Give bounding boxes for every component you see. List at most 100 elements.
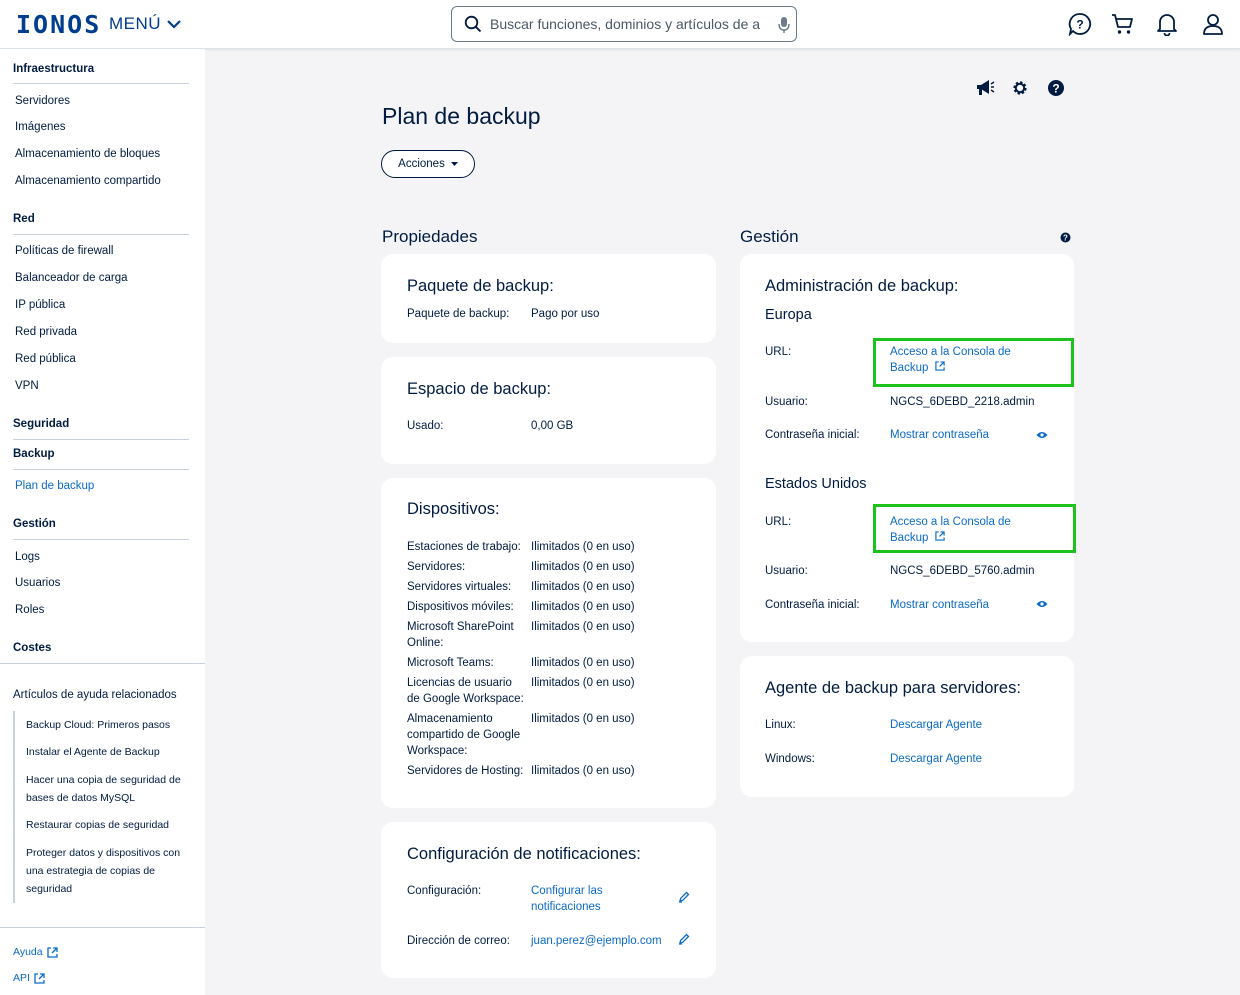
- sidebar-item-vpn[interactable]: VPN: [15, 380, 39, 392]
- device-value: Ilimitados (0 en uso): [531, 621, 635, 633]
- sidebar-item-firewall[interactable]: Políticas de firewall: [15, 245, 113, 257]
- cart-icon[interactable]: [1111, 12, 1135, 36]
- help-icon[interactable]: ?: [1060, 232, 1071, 243]
- related-article-link[interactable]: Restaurar copias de seguridad: [26, 816, 191, 834]
- eye-icon[interactable]: [1036, 600, 1048, 608]
- configure-notifications-link[interactable]: Configurar las notificaciones: [531, 883, 621, 915]
- user-label: Usuario:: [765, 396, 808, 408]
- divider: [13, 539, 189, 540]
- caret-down-icon: [450, 162, 458, 166]
- management-heading: Gestión: [740, 227, 799, 246]
- sidebar-item-red-privada[interactable]: Red privada: [15, 326, 77, 338]
- sidebar-item-balanceador[interactable]: Balanceador de carga: [15, 272, 128, 284]
- ionos-logo[interactable]: IONOS: [16, 10, 101, 39]
- notifications-card: Configuración de notificaciones: Configu…: [381, 822, 716, 978]
- sidebar-item-plan-de-backup[interactable]: Plan de backup: [15, 480, 94, 492]
- sidebar-item-almacenamiento-compartido[interactable]: Almacenamiento compartido: [15, 175, 161, 187]
- device-value: Ilimitados (0 en uso): [531, 713, 635, 725]
- agent-os-label: Linux:: [765, 719, 796, 731]
- page-title: Plan de backup: [382, 103, 541, 129]
- sidebar-item-logs[interactable]: Logs: [15, 551, 40, 563]
- divider: [0, 663, 205, 664]
- related-article-link[interactable]: Hacer una copia de seguridad de bases de…: [26, 771, 191, 807]
- sidebar-item-red-publica[interactable]: Red pública: [15, 353, 76, 365]
- api-link-label: API: [13, 972, 30, 984]
- divider: [13, 83, 189, 84]
- email-value[interactable]: juan.perez@ejemplo.com: [531, 933, 662, 949]
- sidebar-item-imagenes[interactable]: Imágenes: [15, 121, 66, 133]
- microphone-icon[interactable]: [778, 16, 790, 34]
- properties-heading: Propiedades: [382, 227, 478, 246]
- user-account-icon[interactable]: [1201, 12, 1225, 36]
- edit-pencil-icon[interactable]: [678, 933, 690, 945]
- sidebar-section-infraestructura[interactable]: Infraestructura: [13, 63, 94, 75]
- menu-label: MENÚ: [109, 14, 162, 33]
- sidebar-item-almacenamiento-bloques[interactable]: Almacenamiento de bloques: [15, 148, 160, 160]
- backup-console-link[interactable]: Acceso a la Consola de Backup: [890, 514, 1030, 546]
- device-value: Ilimitados (0 en uso): [531, 657, 635, 669]
- backup-console-link[interactable]: Acceso a la Consola de Backup: [890, 344, 1030, 376]
- region-name: Europa: [765, 307, 812, 323]
- device-value: Ilimitados (0 en uso): [531, 541, 635, 553]
- related-article-link[interactable]: Instalar el Agente de Backup: [26, 743, 191, 761]
- backup-package-card: Paquete de backup: Paquete de backup: Pa…: [381, 254, 716, 343]
- help-link[interactable]: Ayuda: [13, 946, 58, 958]
- help-chat-icon[interactable]: ?: [1068, 12, 1092, 36]
- notifications-bell-icon[interactable]: [1156, 12, 1178, 36]
- divider: [13, 469, 189, 470]
- package-value: Pago por uso: [531, 308, 600, 320]
- card-title: Espacio de backup:: [407, 380, 552, 398]
- edit-pencil-icon[interactable]: [678, 891, 690, 903]
- api-link[interactable]: API: [13, 972, 45, 984]
- backup-space-card: Espacio de backup: Usado: 0,00 GB: [381, 357, 716, 464]
- initial-password-label: Contraseña inicial:: [765, 429, 860, 441]
- device-label: Licencias de usuario de Google Workspace…: [407, 677, 524, 705]
- sidebar-section-gestion[interactable]: Gestión: [13, 518, 56, 530]
- external-link-icon: [46, 946, 58, 958]
- menu-button[interactable]: MENÚ: [109, 14, 181, 34]
- search-icon: [464, 15, 482, 33]
- device-label: Servidores de Hosting:: [407, 765, 524, 777]
- notification-config-label: Configuración:: [407, 885, 482, 897]
- space-used-value: 0,00 GB: [531, 420, 574, 432]
- space-used-label: Usado:: [407, 420, 444, 432]
- download-agent-linux-link[interactable]: Descargar Agente: [890, 717, 982, 733]
- actions-label: Acciones: [398, 158, 445, 170]
- eye-icon[interactable]: [1036, 431, 1048, 439]
- sidebar-section-costes[interactable]: Costes: [13, 642, 51, 654]
- sidebar: Infraestructura Servidores Imágenes Alma…: [0, 49, 205, 995]
- external-link-icon: [934, 361, 945, 371]
- device-value: Ilimitados (0 en uso): [531, 561, 635, 573]
- sidebar-item-ip-publica[interactable]: IP pública: [15, 299, 65, 311]
- card-title: Configuración de notificaciones:: [407, 845, 641, 863]
- actions-dropdown-button[interactable]: Acciones: [381, 150, 475, 178]
- settings-gear-icon[interactable]: [1011, 79, 1029, 97]
- card-title: Agente de backup para servidores:: [765, 679, 1021, 697]
- related-article-link[interactable]: Backup Cloud: Primeros pasos: [26, 716, 191, 734]
- initial-password-label: Contraseña inicial:: [765, 599, 860, 611]
- related-articles-title: Artículos de ayuda relacionados: [13, 689, 177, 701]
- sidebar-section-red[interactable]: Red: [13, 213, 35, 225]
- device-label: Dispositivos móviles:: [407, 601, 514, 613]
- sidebar-section-backup[interactable]: Backup: [13, 448, 55, 460]
- show-password-link[interactable]: Mostrar contraseña: [890, 427, 989, 443]
- megaphone-icon[interactable]: [975, 79, 995, 97]
- sidebar-item-servidores[interactable]: Servidores: [15, 95, 70, 107]
- agent-os-label: Windows:: [765, 753, 815, 765]
- email-label: Dirección de correo:: [407, 935, 510, 947]
- show-password-link[interactable]: Mostrar contraseña: [890, 597, 989, 613]
- sidebar-section-seguridad[interactable]: Seguridad: [13, 418, 69, 430]
- search-box: [451, 6, 797, 42]
- device-value: Ilimitados (0 en uso): [531, 677, 635, 689]
- download-agent-windows-link[interactable]: Descargar Agente: [890, 751, 982, 767]
- divider: [0, 927, 205, 928]
- sidebar-item-roles[interactable]: Roles: [15, 604, 44, 616]
- sidebar-item-usuarios[interactable]: Usuarios: [15, 577, 60, 589]
- device-label: Almacenamiento compartido de Google Work…: [407, 713, 521, 757]
- help-icon[interactable]: ?: [1047, 79, 1065, 97]
- help-link-label: Ayuda: [13, 946, 43, 958]
- backup-admin-card: Administración de backup: Europa URL: Ac…: [740, 254, 1076, 642]
- search-input[interactable]: [490, 16, 760, 32]
- related-article-link[interactable]: Proteger datos y dispositivos con una es…: [26, 844, 191, 898]
- external-link-icon: [34, 972, 45, 984]
